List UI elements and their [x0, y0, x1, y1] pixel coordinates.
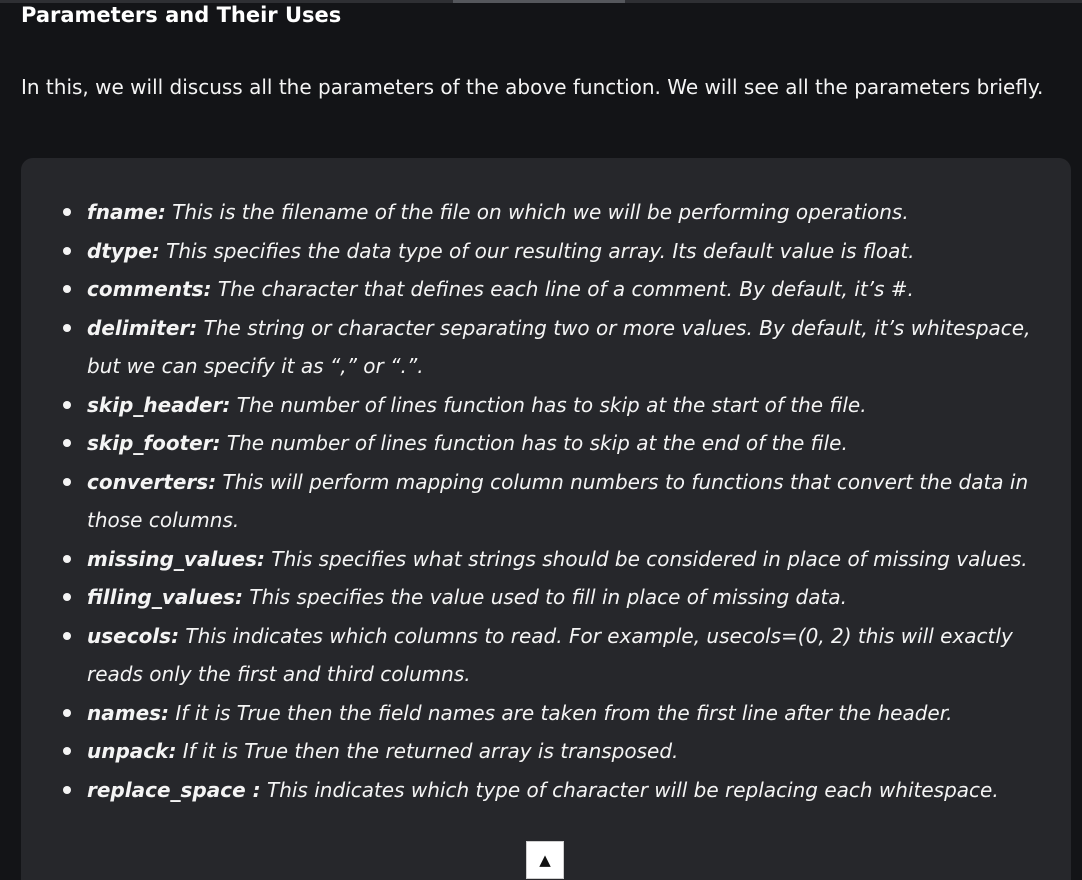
parameter-name: comments: [87, 277, 212, 301]
parameter-item-replace-space: replace_space : This indicates which typ… [63, 771, 1047, 810]
parameter-description: If it is True then the field names are t… [169, 700, 953, 725]
parameter-description: This specifies the data type of our resu… [159, 238, 915, 263]
parameter-name: filling_values: [87, 585, 243, 609]
arrow-up-icon: ▲ [539, 851, 551, 869]
parameter-name: skip_footer: [87, 431, 221, 455]
parameter-description: This indicates which columns to read. Fo… [87, 623, 1013, 687]
article-page: Parameters and Their Uses In this, we wi… [0, 0, 1082, 880]
parameter-item-skip-footer: skip_footer: The number of lines functio… [63, 424, 1047, 463]
parameter-list: fname: This is the filename of the file … [63, 193, 1047, 810]
parameter-name: names: [87, 700, 170, 725]
parameter-name: fname: [87, 200, 166, 224]
parameter-item-dtype: dtype: This specifies the data type of o… [63, 232, 1047, 271]
parameter-description: This is the filename of the file on whic… [165, 200, 909, 224]
parameter-description: This indicates which type of character w… [260, 777, 999, 802]
parameter-item-names: names: If it is True then the field name… [63, 694, 1047, 733]
parameter-name: delimiter: [87, 315, 198, 340]
section-heading: Parameters and Their Uses [21, 3, 342, 27]
parameter-item-usecols: usecols: This indicates which columns to… [63, 617, 1047, 694]
parameter-name: skip_header: [87, 392, 231, 417]
parameter-item-delimiter: delimiter: The string or character separ… [63, 309, 1047, 386]
parameter-item-unpack: unpack: If it is True then the returned … [63, 732, 1047, 771]
parameter-description: If it is True then the returned array is… [176, 739, 679, 763]
parameter-description: This specifies the value used to fill in… [242, 585, 847, 609]
parameter-description: The number of lines function has to skip… [230, 392, 867, 417]
parameter-name: unpack: [87, 739, 177, 763]
parameter-name: dtype: [87, 238, 160, 263]
scroll-to-top-button[interactable]: ▲ [526, 841, 564, 879]
parameter-item-converters: converters: This will perform mapping co… [63, 463, 1047, 540]
parameter-item-missing-values: missing_values: This specifies what stri… [63, 540, 1047, 579]
parameter-description: The number of lines function has to skip… [220, 431, 848, 455]
parameter-name: usecols: [87, 623, 180, 648]
parameter-name: converters: [87, 469, 217, 494]
intro-paragraph: In this, we will discuss all the paramet… [21, 75, 1044, 99]
parameter-name: missing_values: [87, 546, 266, 571]
parameter-item-skip-header: skip_header: The number of lines functio… [63, 386, 1047, 425]
parameter-name: replace_space : [87, 777, 261, 802]
parameter-description: The character that defines each line of … [211, 277, 914, 301]
parameter-description: This specifies what strings should be co… [265, 546, 1028, 571]
parameter-description: The string or character separating two o… [87, 315, 1031, 379]
top-tab-indicator [453, 0, 625, 3]
parameter-item-fname: fname: This is the filename of the file … [63, 193, 1047, 232]
parameter-item-filling-values: filling_values: This specifies the value… [63, 578, 1047, 617]
parameter-item-comments: comments: The character that defines eac… [63, 270, 1047, 309]
parameter-description: This will perform mapping column numbers… [87, 469, 1029, 533]
